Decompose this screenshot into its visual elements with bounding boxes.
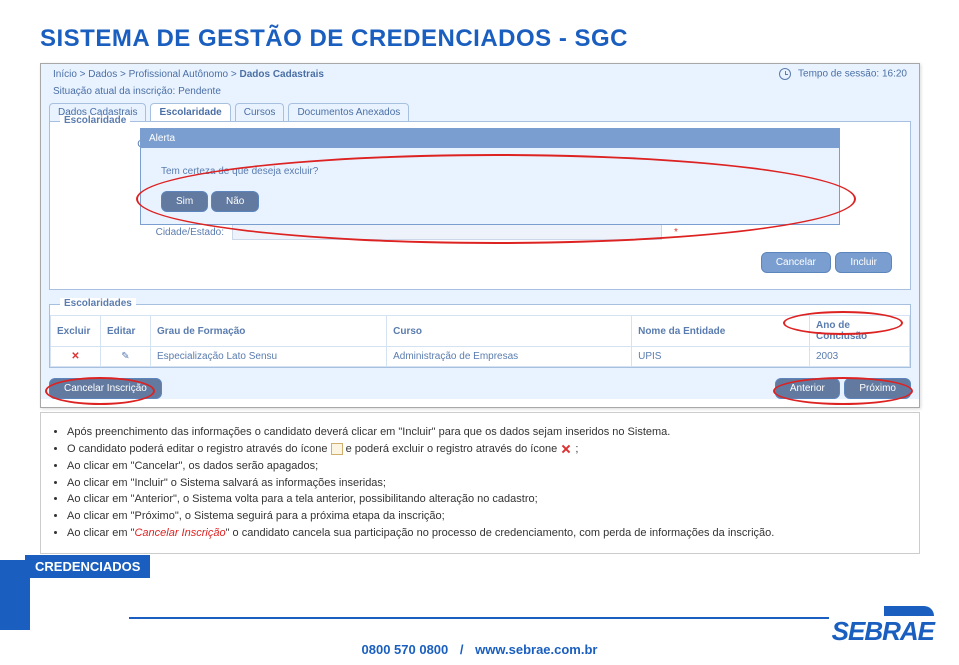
session-timer: Tempo de sessão: 16:20 (779, 68, 907, 80)
cell-curso: Administração de Empresas (387, 347, 632, 367)
footer-phone: 0800 570 0800 (362, 642, 449, 657)
notes: Após preenchimento das informações o can… (40, 412, 920, 554)
table-section-label: Escolaridades (60, 298, 136, 309)
session-time: 16:20 (882, 69, 907, 80)
note-6: Ao clicar em "Próximo", o Sistema seguir… (67, 509, 907, 524)
delete-row-icon[interactable]: ✕ (71, 351, 79, 362)
tab-documentos[interactable]: Documentos Anexados (288, 103, 409, 121)
tab-escolaridade[interactable]: Escolaridade (150, 103, 230, 121)
th-ano: Ano de Conclusão (810, 316, 910, 347)
note-3: Ao clicar em "Cancelar", os dados serão … (67, 459, 907, 474)
th-excluir: Excluir (51, 316, 101, 347)
modal-nao-button[interactable]: Não (211, 191, 259, 212)
form-escolaridade: Escolaridade Grau de Formação: * * * * (49, 121, 911, 290)
modal-title: Alerta (141, 129, 839, 148)
footer-site: www.sebrae.com.br (475, 642, 597, 657)
tabs: Dados Cadastrais Escolaridade Cursos Doc… (41, 103, 919, 121)
note-1: Após preenchimento das informações o can… (67, 425, 907, 440)
clock-icon (779, 68, 791, 80)
input-cidade[interactable] (232, 224, 662, 240)
page-title: SISTEMA DE GESTÃO DE CREDENCIADOS - SGC (40, 25, 920, 53)
confirm-delete-modal: Alerta Tem certeza de que deseja excluir… (140, 128, 840, 225)
table-row: ✕ ✎ Especialização Lato Sensu Administra… (51, 347, 910, 367)
modal-text: Tem certeza de que deseja excluir? (161, 166, 819, 177)
cell-entidade: UPIS (632, 347, 810, 367)
label-cidade: Cidade/Estado: (64, 227, 224, 238)
th-nome-entidade: Nome da Entidade (632, 316, 810, 347)
cell-ano: 2003 (810, 347, 910, 367)
note-4: Ao clicar em "Incluir" o Sistema salvará… (67, 476, 907, 491)
note-2: O candidato poderá editar o registro atr… (67, 442, 907, 457)
breadcrumb-path: Início > Dados > Profissional Autônomo > (53, 69, 240, 80)
session-label: Tempo de sessão: (798, 69, 879, 80)
anterior-button[interactable]: Anterior (775, 378, 840, 399)
th-grau: Grau de Formação (151, 316, 387, 347)
proximo-button[interactable]: Próximo (844, 378, 911, 399)
table-escolaridades: Escolaridades Excluir Editar Grau de For… (49, 304, 911, 368)
modal-sim-button[interactable]: Sim (161, 191, 208, 212)
footer-divider (129, 617, 829, 619)
tab-cursos[interactable]: Cursos (235, 103, 285, 121)
incluir-button[interactable]: Incluir (835, 252, 892, 273)
footer-contact: 0800 570 0800 / www.sebrae.com.br (0, 642, 959, 657)
cancelar-button[interactable]: Cancelar (761, 252, 831, 273)
app-screenshot: Início > Dados > Profissional Autônomo >… (40, 63, 920, 408)
sebrae-logo: SEBRAE (832, 606, 934, 647)
breadcrumb-current: Dados Cadastrais (240, 69, 324, 80)
cancelar-inscricao-button[interactable]: Cancelar Inscrição (49, 378, 162, 399)
edit-row-icon[interactable]: ✎ (121, 351, 129, 362)
required-icon: * (674, 227, 678, 238)
th-curso: Curso (387, 316, 632, 347)
status-line: Situação atual da inscrição: Pendente (41, 84, 919, 103)
note-5: Ao clicar em "Anterior", o Sistema volta… (67, 492, 907, 507)
th-editar: Editar (101, 316, 151, 347)
delete-icon (560, 443, 572, 455)
note-7: Ao clicar em "Cancelar Inscrição" o cand… (67, 526, 907, 541)
side-label: CREDENCIADOS (25, 555, 150, 578)
breadcrumb: Início > Dados > Profissional Autônomo >… (53, 69, 324, 80)
form-section-label: Escolaridade (60, 115, 130, 126)
edit-icon (331, 443, 343, 455)
cell-grau: Especialização Lato Sensu (151, 347, 387, 367)
